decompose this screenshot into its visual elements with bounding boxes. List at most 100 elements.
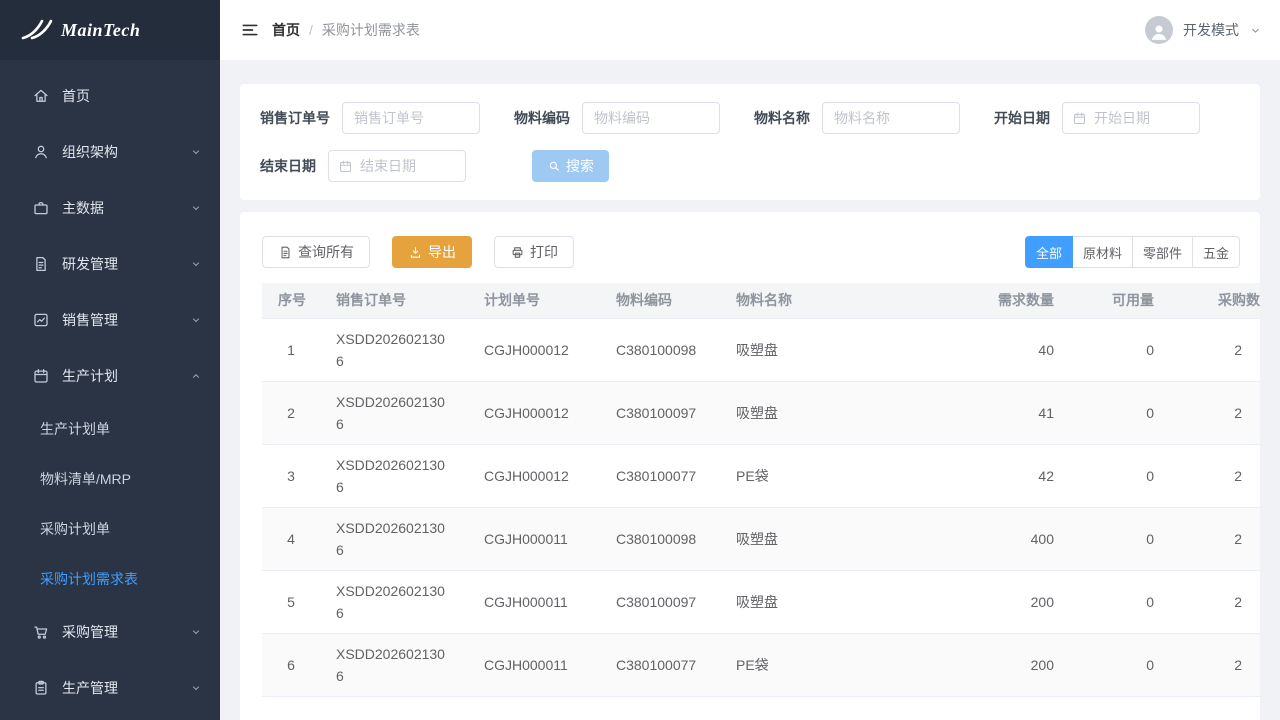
sidebar-menu: 首页 组织架构 主数据 研发管理 销售管理 生产计划 <box>0 60 220 716</box>
category-tabs: 全部 原材料 零部件 五金 <box>1025 236 1240 268</box>
calendar-icon <box>32 367 50 385</box>
cart-icon <box>32 623 50 641</box>
chevron-down-icon <box>190 682 202 694</box>
submenu-item-label: 采购计划单 <box>40 519 110 539</box>
sidebar-item-production-management[interactable]: 生产管理 <box>0 660 220 716</box>
table-toolbar: 查询所有 导出 打印 全部 原材料 零部件 五金 <box>262 236 1240 268</box>
cell-material-name: PE袋 <box>720 633 970 696</box>
cell-seq: 6 <box>262 633 320 696</box>
sidebar: MainTech 首页 组织架构 主数据 研发管理 销售管理 生产 <box>0 0 220 720</box>
tab-raw-material[interactable]: 原材料 <box>1073 236 1133 268</box>
table-row[interactable]: 5 XSDD2026021306 CGJH000011 C380100097 吸… <box>262 570 1260 633</box>
cell-material-code: C380100098 <box>600 507 720 570</box>
material-name-input[interactable] <box>822 102 960 134</box>
production-plan-submenu: 生产计划单 物料清单/MRP 采购计划单 采购计划需求表 <box>0 404 220 604</box>
tab-parts[interactable]: 零部件 <box>1133 236 1193 268</box>
sales-order-input[interactable] <box>342 102 480 134</box>
chevron-down-icon <box>190 314 202 326</box>
cell-available-qty: 0 <box>1070 318 1170 381</box>
clipboard-icon <box>32 679 50 697</box>
cell-sales-order: XSDD2026021306 <box>320 633 468 696</box>
end-date-input[interactable] <box>360 158 456 174</box>
user-menu[interactable]: 开发模式 <box>1145 16 1262 44</box>
calendar-icon <box>1072 111 1087 126</box>
start-date-picker[interactable] <box>1062 102 1200 134</box>
sidebar-item-label: 采购管理 <box>62 622 118 642</box>
cell-plan-no: CGJH000011 <box>468 507 600 570</box>
cell-purchase-qty: 2 <box>1170 381 1260 444</box>
sidebar-item-purchase-management[interactable]: 采购管理 <box>0 604 220 660</box>
field-label: 开始日期 <box>994 108 1050 128</box>
sidebar-item-label: 组织架构 <box>62 142 118 162</box>
sidebar-item-home[interactable]: 首页 <box>0 68 220 124</box>
material-code-input[interactable] <box>582 102 720 134</box>
cell-seq: 5 <box>262 570 320 633</box>
tab-all[interactable]: 全部 <box>1025 236 1073 268</box>
download-icon <box>408 245 423 260</box>
sidebar-item-production-plan-order[interactable]: 生产计划单 <box>0 404 220 454</box>
cell-material-code: C380100097 <box>600 570 720 633</box>
cell-demand-qty: 200 <box>970 633 1070 696</box>
cell-material-code: C380100098 <box>600 318 720 381</box>
cell-material-name: 吸塑盘 <box>720 381 970 444</box>
start-date-input[interactable] <box>1094 110 1190 126</box>
sidebar-item-bom-mrp[interactable]: 物料清单/MRP <box>0 454 220 504</box>
sidebar-item-organization[interactable]: 组织架构 <box>0 124 220 180</box>
breadcrumb-separator: / <box>309 22 313 38</box>
col-available-qty: 可用量 <box>1070 283 1170 318</box>
end-date-picker[interactable] <box>328 150 466 182</box>
query-all-button[interactable]: 查询所有 <box>262 236 370 268</box>
data-table: 序号 销售订单号 计划单号 物料编码 物料名称 需求数量 可用量 采购数量 1 <box>262 283 1260 697</box>
cell-demand-qty: 41 <box>970 381 1070 444</box>
cell-material-name: PE袋 <box>720 444 970 507</box>
sidebar-item-production-plan[interactable]: 生产计划 <box>0 348 220 404</box>
cell-purchase-qty: 2 <box>1170 318 1260 381</box>
col-sales-order: 销售订单号 <box>320 283 468 318</box>
table-row[interactable]: 3 XSDD2026021306 CGJH000012 C380100077 P… <box>262 444 1260 507</box>
search-button[interactable]: 搜索 <box>532 150 609 182</box>
filter-field-end-date: 结束日期 <box>260 150 466 182</box>
cell-material-name: 吸塑盘 <box>720 318 970 381</box>
sidebar-toggle-icon[interactable] <box>240 20 260 40</box>
table-header-row: 序号 销售订单号 计划单号 物料编码 物料名称 需求数量 可用量 采购数量 <box>262 283 1260 318</box>
table-row[interactable]: 6 XSDD2026021306 CGJH000011 C380100077 P… <box>262 633 1260 696</box>
cell-plan-no: CGJH000011 <box>468 570 600 633</box>
cell-material-name: 吸塑盘 <box>720 570 970 633</box>
sidebar-item-purchase-plan-order[interactable]: 采购计划单 <box>0 504 220 554</box>
cell-available-qty: 0 <box>1070 381 1170 444</box>
print-button[interactable]: 打印 <box>494 236 574 268</box>
col-material-name: 物料名称 <box>720 283 970 318</box>
table-row[interactable]: 1 XSDD2026021306 CGJH000012 C380100098 吸… <box>262 318 1260 381</box>
document-icon <box>32 255 50 273</box>
cell-purchase-qty: 2 <box>1170 444 1260 507</box>
chevron-up-icon <box>190 370 202 382</box>
cell-purchase-qty: 2 <box>1170 570 1260 633</box>
table-row[interactable]: 4 XSDD2026021306 CGJH000011 C380100098 吸… <box>262 507 1260 570</box>
table-row[interactable]: 2 XSDD2026021306 CGJH000012 C380100097 吸… <box>262 381 1260 444</box>
cell-sales-order: XSDD2026021306 <box>320 444 468 507</box>
sidebar-item-label: 生产计划 <box>62 366 118 386</box>
col-seq: 序号 <box>262 283 320 318</box>
col-demand-qty: 需求数量 <box>970 283 1070 318</box>
sidebar-item-purchase-plan-demand[interactable]: 采购计划需求表 <box>0 554 220 604</box>
chevron-down-icon <box>1249 24 1262 37</box>
sidebar-item-master-data[interactable]: 主数据 <box>0 180 220 236</box>
cell-available-qty: 0 <box>1070 507 1170 570</box>
sidebar-item-label: 主数据 <box>62 198 104 218</box>
user-icon <box>32 143 50 161</box>
tab-hardware[interactable]: 五金 <box>1193 236 1240 268</box>
sidebar-item-rd-management[interactable]: 研发管理 <box>0 236 220 292</box>
breadcrumb-home[interactable]: 首页 <box>272 20 300 40</box>
print-label: 打印 <box>530 242 558 262</box>
cell-material-code: C380100097 <box>600 381 720 444</box>
export-label: 导出 <box>428 242 456 262</box>
export-button[interactable]: 导出 <box>392 236 472 268</box>
sidebar-item-label: 销售管理 <box>62 310 118 330</box>
submenu-item-label: 采购计划需求表 <box>40 569 138 589</box>
table-panel: 查询所有 导出 打印 全部 原材料 零部件 五金 <box>240 212 1260 720</box>
cell-plan-no: CGJH000012 <box>468 381 600 444</box>
main-area: 首页 / 采购计划需求表 开发模式 销售订单号 物料编码 物料名称 开始 <box>220 0 1280 720</box>
query-all-label: 查询所有 <box>298 242 354 262</box>
sidebar-item-sales-management[interactable]: 销售管理 <box>0 292 220 348</box>
cell-plan-no: CGJH000012 <box>468 318 600 381</box>
